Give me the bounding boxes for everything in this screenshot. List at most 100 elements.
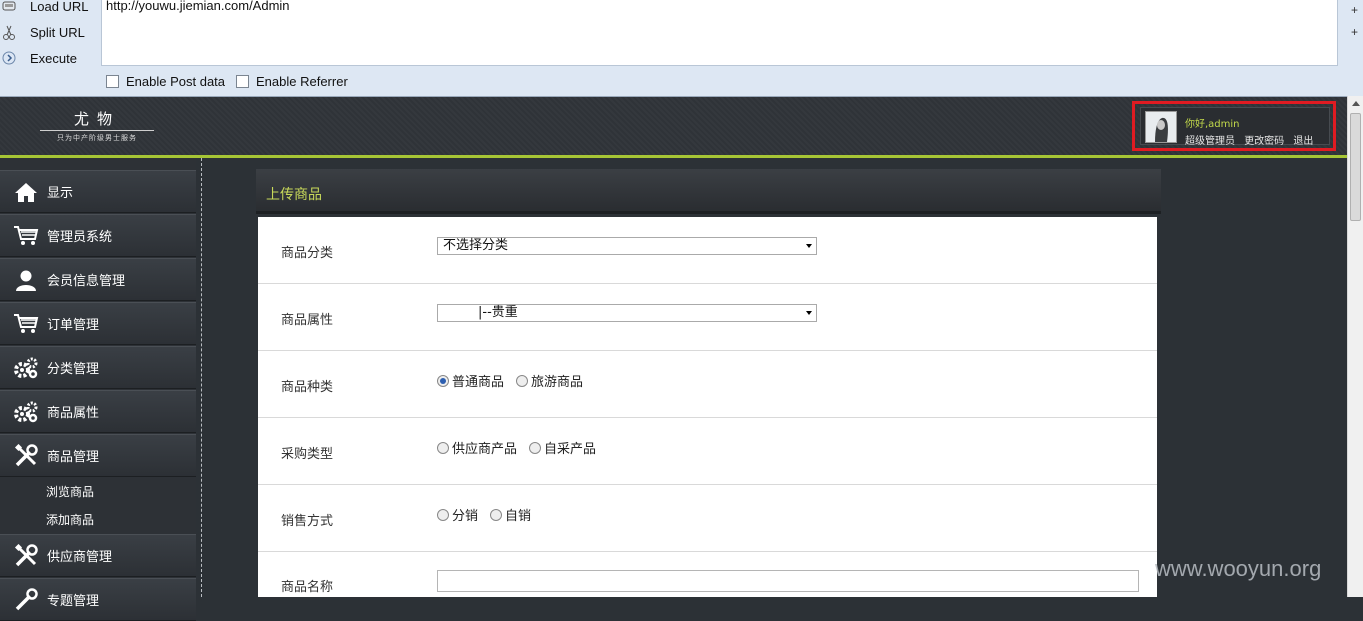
product-name-input[interactable]	[437, 570, 1139, 592]
watermark: www.wooyun.org	[1155, 556, 1322, 581]
sidebar-item-members[interactable]: 会员信息管理	[0, 258, 196, 301]
product-form: 商品分类 不选择分类 商品属性 |--贵重 商品种类 普通商品 旅游商品 采购类…	[258, 217, 1157, 597]
sidebar-item-label: 商品管理	[47, 450, 100, 465]
form-row-type: 商品种类 普通商品 旅游商品	[258, 351, 1157, 418]
sidebar-item-label: 专题管理	[47, 594, 100, 609]
sidebar-item-label: 商品属性	[47, 406, 100, 421]
load-url-label: Load URL	[30, 0, 89, 14]
sidebar-item-suppliers[interactable]: 供应商管理	[0, 534, 196, 577]
user-info-inner: 你好,admin 超级管理员 更改密码 退出	[1140, 107, 1330, 147]
form-row-category: 商品分类 不选择分类	[258, 217, 1157, 284]
logo[interactable]: 尤物 只为中产阶级男士服务	[40, 111, 154, 143]
radio-supplier-product[interactable]	[437, 441, 449, 454]
radio-self-purchase[interactable]	[529, 441, 542, 454]
form-row-purchase: 采购类型 供应商产品 自采产品	[258, 418, 1157, 485]
form-row-attribute: 商品属性 |--贵重	[258, 284, 1157, 351]
category-value: 不选择分类	[443, 238, 509, 253]
logout-link[interactable]: 退出	[1293, 136, 1313, 147]
sidebar-item-attributes[interactable]: 商品属性	[0, 390, 196, 433]
radio-self-sales[interactable]	[490, 508, 503, 521]
category-select[interactable]: 不选择分类	[437, 237, 817, 255]
user-links: 超级管理员 更改密码 退出	[1185, 132, 1319, 147]
role-label: 超级管理员	[1185, 136, 1235, 147]
sidebar-item-admin-system[interactable]: 管理员系统	[0, 214, 196, 257]
subitem-add-product[interactable]: 添加商品	[46, 511, 94, 528]
page-scrollbar[interactable]	[1347, 96, 1363, 597]
cart-icon	[13, 311, 39, 337]
panel-header: 上传商品	[256, 169, 1161, 214]
name-label: 商品名称	[281, 580, 334, 595]
avatar[interactable]	[1145, 111, 1177, 143]
expand-plus-icon[interactable]: +	[1351, 3, 1358, 17]
scrollbar-thumb[interactable]	[1350, 113, 1361, 221]
scissors-icon	[2, 25, 16, 40]
radio-travel-product[interactable]	[516, 374, 529, 387]
logo-divider	[40, 130, 154, 131]
enable-post-checkbox[interactable]: Enable Post data	[106, 74, 225, 89]
home-icon	[13, 179, 39, 205]
sales-label: 销售方式	[281, 514, 334, 529]
subitem-browse-products[interactable]: 浏览商品	[46, 483, 94, 500]
radio-label: 自销	[505, 509, 532, 524]
split-url-label: Split URL	[30, 24, 85, 40]
sidebar-item-label: 分类管理	[47, 362, 100, 377]
sidebar: 显示 管理员系统 会员信息管理 订单管理 分类管理 商品属性 商品管理 浏览商品…	[0, 158, 196, 621]
enable-post-label: Enable Post data	[126, 74, 226, 89]
hackbar-toolbar: Load URL Split URL Execute http://youwu.…	[0, 0, 1363, 97]
user-info-box: 你好,admin 超级管理员 更改密码 退出	[1132, 101, 1336, 151]
sidebar-item-products[interactable]: 商品管理	[0, 434, 196, 477]
tools-icon	[13, 543, 39, 569]
play-icon	[2, 51, 16, 65]
attribute-label: 商品属性	[281, 313, 334, 328]
execute-button[interactable]: Execute	[0, 46, 100, 70]
sidebar-item-label: 订单管理	[47, 318, 100, 333]
upload-product-panel: 上传商品 商品分类 不选择分类 商品属性 |--贵重 商品种类 普通商品 旅游商…	[256, 169, 1161, 597]
user-icon	[13, 267, 39, 293]
radio-distribution[interactable]	[437, 508, 449, 521]
change-password-link[interactable]: 更改密码	[1244, 136, 1284, 147]
type-label: 商品种类	[281, 380, 334, 395]
load-url-button[interactable]: Load URL	[0, 0, 100, 18]
tools-icon	[13, 443, 39, 469]
attribute-select[interactable]: |--贵重	[437, 304, 817, 322]
radio-label: 自采产品	[544, 442, 597, 457]
checkbox-box[interactable]	[236, 75, 249, 88]
enable-referrer-checkbox[interactable]: Enable Referrer	[236, 74, 348, 89]
sidebar-item-orders[interactable]: 订单管理	[0, 302, 196, 345]
cart-icon	[13, 223, 39, 249]
dropdown-arrow-icon	[806, 244, 812, 248]
checkbox-box[interactable]	[106, 75, 119, 88]
sidebar-item-label: 管理员系统	[47, 230, 113, 245]
attribute-value: |--贵重	[478, 305, 518, 320]
sidebar-item-categories[interactable]: 分类管理	[0, 346, 196, 389]
execute-label: Execute	[30, 50, 77, 66]
split-url-button[interactable]: Split URL	[0, 20, 100, 44]
greeting-text: 你好,admin	[1185, 119, 1240, 130]
expand-plus-icon-2[interactable]: +	[1351, 25, 1358, 39]
sales-radio-group: 分销 自销	[437, 505, 543, 524]
load-url-icon	[2, 0, 16, 13]
type-radio-group: 普通商品 旅游商品	[437, 371, 595, 390]
dropdown-arrow-icon	[806, 311, 812, 315]
purchase-radio-group: 供应商产品 自采产品	[437, 438, 608, 457]
header-accent-line	[0, 155, 1347, 158]
panel-title: 上传商品	[266, 187, 322, 203]
radio-label: 分销	[452, 509, 479, 524]
purchase-label: 采购类型	[281, 447, 334, 462]
radio-label: 普通商品	[452, 375, 505, 390]
tools-icon	[13, 587, 39, 613]
sidebar-item-topics[interactable]: 专题管理	[0, 578, 196, 621]
sidebar-item-display[interactable]: 显示	[0, 170, 196, 213]
url-textarea[interactable]: http://youwu.jiemian.com/Admin	[101, 0, 1338, 66]
logo-title: 尤物	[73, 110, 120, 128]
category-label: 商品分类	[281, 246, 334, 261]
radio-normal-product[interactable]	[437, 374, 449, 387]
sidebar-item-label: 供应商管理	[47, 550, 113, 565]
gears-icon	[13, 355, 39, 381]
sidebar-item-label: 会员信息管理	[47, 274, 126, 289]
form-row-sales: 销售方式 分销 自销	[258, 485, 1157, 552]
scroll-up-arrow-icon[interactable]	[1352, 101, 1360, 106]
gears-icon	[13, 399, 39, 425]
logo-slogan: 只为中产阶级男士服务	[57, 134, 137, 142]
enable-referrer-label: Enable Referrer	[256, 74, 348, 89]
